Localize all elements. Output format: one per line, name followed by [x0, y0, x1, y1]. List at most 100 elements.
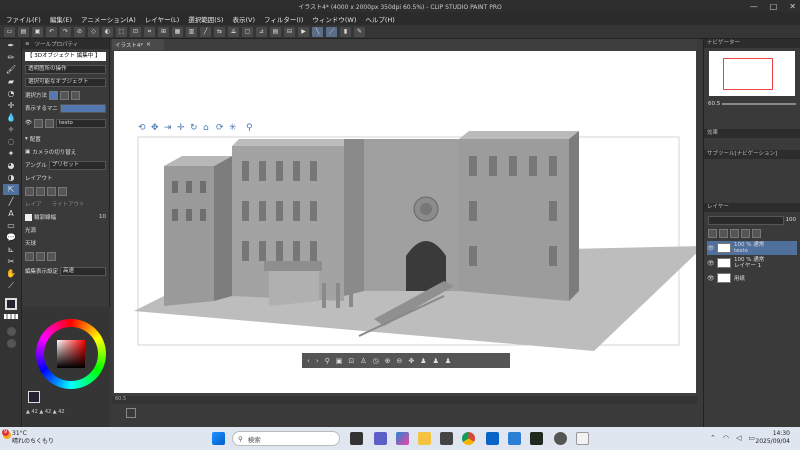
- dolly-camera-icon[interactable]: ⇥: [164, 123, 172, 133]
- rotate-camera-icon[interactable]: ⟲: [138, 123, 146, 133]
- guide-icon[interactable]: ╱: [200, 26, 211, 37]
- layer-item[interactable]: 👁 用紙: [707, 271, 797, 285]
- document-tab[interactable]: イラスト4* ✕: [112, 39, 164, 50]
- store-icon[interactable]: [440, 432, 453, 445]
- weather-widget[interactable]: 31°C 晴れのちくもり: [12, 430, 54, 446]
- sky-btn-2[interactable]: [36, 251, 45, 261]
- redo-icon[interactable]: ↷: [60, 26, 71, 37]
- layer-eye-icon[interactable]: 👁: [707, 275, 715, 282]
- pen-icon[interactable]: ╲: [312, 26, 323, 37]
- fill-tool-icon[interactable]: ◕: [3, 160, 19, 171]
- transform-icon[interactable]: ◇: [88, 26, 99, 37]
- object-scale-icon[interactable]: ✳: [229, 123, 237, 133]
- save-icon[interactable]: ▣: [32, 26, 43, 37]
- light-row[interactable]: 光源: [25, 225, 106, 235]
- figure3-icon[interactable]: ♟: [445, 357, 451, 365]
- time-icon[interactable]: ◷: [373, 357, 379, 365]
- manipulator-icons[interactable]: ⟲ ✥ ⇥ ✛ ↻ ⌂ ⟳ ✳ ⚲: [138, 123, 253, 133]
- angle-dropdown[interactable]: プリセット: [48, 160, 106, 170]
- line-icon[interactable]: ／: [326, 26, 337, 37]
- sky-btn-1[interactable]: [25, 251, 34, 261]
- grid-icon[interactable]: ▦: [172, 26, 183, 37]
- clock[interactable]: 14:30 2025/09/04: [755, 430, 790, 446]
- balloon-tool-icon[interactable]: 💬: [3, 232, 19, 243]
- zoom-slider[interactable]: [722, 103, 796, 105]
- person-icon[interactable]: ♙: [360, 357, 366, 365]
- document-close-icon[interactable]: ✕: [146, 42, 151, 48]
- frame-icon[interactable]: ▢: [242, 26, 253, 37]
- layer-opacity[interactable]: 100: [786, 217, 797, 223]
- 3d-scene[interactable]: ⟲ ✥ ⇥ ✛ ↻ ⌂ ⟳ ✳ ⚲: [114, 51, 704, 393]
- sub-color-icon[interactable]: [3, 312, 19, 320]
- zoom-readout[interactable]: 60.5: [115, 396, 126, 402]
- camera-switch-row[interactable]: ▣ カメラの切り替え: [25, 147, 106, 157]
- mirror-icon[interactable]: ⇆: [214, 26, 225, 37]
- zoom-in-icon[interactable]: ⊕: [385, 357, 391, 365]
- app-icon[interactable]: [554, 432, 567, 445]
- effects-tab[interactable]: 効果: [704, 129, 800, 138]
- menu-selection[interactable]: 選択範囲(S): [188, 14, 223, 24]
- object-lock-icon[interactable]: [44, 118, 54, 128]
- prev-icon[interactable]: ‹: [307, 357, 310, 365]
- blend-tool-icon[interactable]: 💧: [3, 112, 19, 123]
- layout-item-2[interactable]: ライトアウト: [52, 200, 85, 208]
- eyedropper-tool-icon[interactable]: ⟋: [3, 280, 19, 291]
- special-ruler-icon[interactable]: ⊿: [256, 26, 267, 37]
- menu-layer[interactable]: レイヤー(L): [145, 14, 180, 24]
- next-icon[interactable]: ›: [316, 357, 319, 365]
- perspective-icon[interactable]: ⟁: [228, 26, 239, 37]
- transparency-dropdown[interactable]: 透明箇所の操作: [25, 64, 106, 74]
- correct-line-tool-icon[interactable]: ✂: [3, 256, 19, 267]
- pan-icon[interactable]: ✥: [408, 357, 414, 365]
- eraser-icon[interactable]: ▮: [340, 26, 351, 37]
- screen-icon[interactable]: ⊡: [348, 357, 354, 365]
- select-method-option-2[interactable]: [60, 90, 70, 100]
- edit-display-dropdown[interactable]: 高速: [60, 266, 106, 276]
- manipulator-dropdown[interactable]: [59, 103, 106, 113]
- layer-tab[interactable]: レイヤー: [704, 203, 800, 212]
- selectable-dropdown[interactable]: 選択可能なオブジェクト: [25, 77, 106, 87]
- clip-studio-icon[interactable]: [576, 432, 589, 445]
- snap-object-icon[interactable]: ⚲: [246, 123, 253, 133]
- layout-btn-1[interactable]: [25, 186, 34, 196]
- layer-tool-3[interactable]: [730, 228, 739, 238]
- start-icon[interactable]: [212, 432, 225, 445]
- figure-tool-icon[interactable]: ╱: [3, 196, 19, 207]
- wifi-icon[interactable]: ◠: [723, 434, 729, 442]
- visibility-eye-icon[interactable]: 👁: [25, 120, 32, 126]
- layer-tool-4[interactable]: [741, 228, 750, 238]
- undo-icon[interactable]: ↶: [46, 26, 57, 37]
- layer-eye-icon[interactable]: 👁: [707, 245, 715, 252]
- select-method-option-3[interactable]: [71, 90, 81, 100]
- collapse-icon[interactable]: ▾: [25, 136, 28, 142]
- gradient-tool-icon[interactable]: ◑: [3, 172, 19, 183]
- arrange-section[interactable]: ▾ 配置: [25, 134, 106, 144]
- chevron-up-icon[interactable]: ⌃: [710, 434, 716, 442]
- pencil-icon[interactable]: ✎: [354, 26, 365, 37]
- zoom-out-icon[interactable]: ⊖: [397, 357, 403, 365]
- vscode-icon[interactable]: [508, 432, 521, 445]
- airbrush-tool-icon[interactable]: ◔: [3, 88, 19, 99]
- wand-tool-icon[interactable]: ✦: [3, 148, 19, 159]
- pan-camera-icon[interactable]: ✥: [151, 123, 159, 133]
- dot-icon[interactable]: [3, 326, 19, 337]
- deselect-icon[interactable]: ⬚: [116, 26, 127, 37]
- zoom-icon[interactable]: ⚲: [325, 357, 330, 365]
- layer-tool-5[interactable]: [752, 228, 761, 238]
- main-color-icon[interactable]: [3, 297, 19, 311]
- frame-tool-icon[interactable]: ▭: [3, 220, 19, 231]
- menu-edit[interactable]: 編集(E): [50, 14, 72, 24]
- pencil-tool-icon[interactable]: ✏: [3, 52, 19, 63]
- menu-help[interactable]: ヘルプ(H): [365, 14, 394, 24]
- layout-item-1[interactable]: レイア: [25, 200, 42, 208]
- teams-icon[interactable]: [374, 432, 387, 445]
- search-box[interactable]: ⚲ 検索: [232, 431, 340, 446]
- sky-row[interactable]: 天球: [25, 238, 106, 248]
- canvas-paper[interactable]: ⟲ ✥ ⇥ ✛ ↻ ⌂ ⟳ ✳ ⚲: [114, 51, 704, 393]
- object-name[interactable]: testo: [55, 118, 106, 128]
- tool-property-tab[interactable]: ≡ ツールプロパティ: [22, 39, 109, 49]
- new-icon[interactable]: ▭: [4, 26, 15, 37]
- clear-icon[interactable]: ⊘: [74, 26, 85, 37]
- object-tool-icon[interactable]: ⇱: [3, 184, 19, 195]
- color-swatch-main[interactable]: [28, 391, 40, 403]
